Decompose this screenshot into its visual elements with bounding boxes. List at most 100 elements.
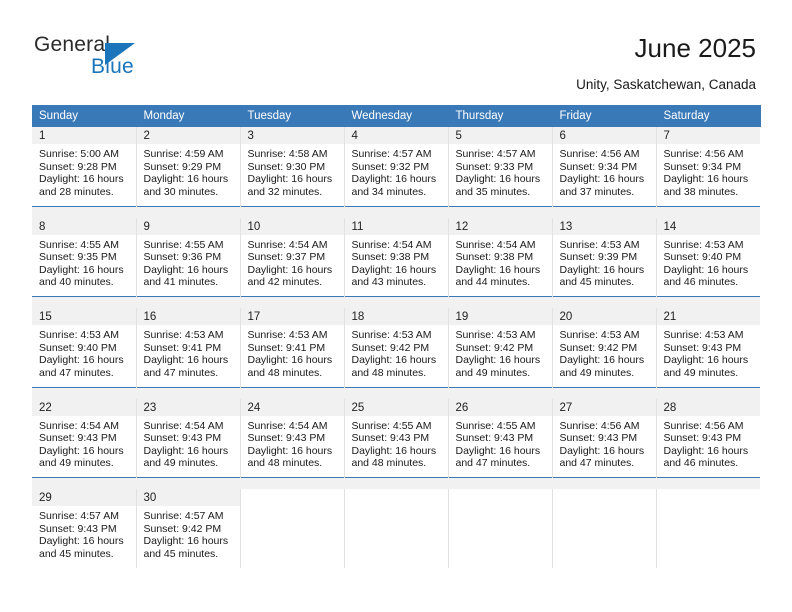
sunrise-time: Sunrise: 4:54 AM (455, 238, 536, 251)
calendar-day-cell[interactable]: 4 Sunrise: 4:57 AM Sunset: 9:32 PM Daylight… (344, 127, 449, 206)
daylight-duration-line2: and 45 minutes. (39, 547, 114, 560)
daylight-duration-line2: and 40 minutes. (39, 276, 114, 289)
calendar-day-cell[interactable]: 30 Sunrise: 4:57 AM Sunset: 9:42 PM Dayligh… (136, 489, 241, 568)
day-number: 18 (344, 308, 448, 325)
sunrise-time: Sunrise: 4:54 AM (351, 238, 432, 251)
sunset-time: Sunset: 9:34 PM (663, 160, 742, 173)
sunrise-time: Sunrise: 4:54 AM (247, 419, 328, 432)
day-details: Sunrise: 4:55 AM Sunset: 9:43 PM Daylight:… (449, 416, 552, 470)
sunrise-time: Sunrise: 4:57 AM (39, 510, 119, 522)
calendar-day-cell[interactable]: 24 Sunrise: 4:54 AM Sunset: 9:43 PM Dayligh… (240, 398, 345, 478)
day-number: 16 (136, 308, 240, 325)
day-details: Sunrise: 4:54 AM Sunset: 9:43 PM Daylight:… (32, 416, 136, 470)
calendar-day-cell[interactable]: 13 Sunrise: 4:53 AM Sunset: 9:39 PM Dayligh… (552, 217, 657, 297)
calendar-day-cell[interactable]: 7 Sunrise: 4:56 AM Sunset: 9:34 PM Daylight… (656, 127, 760, 206)
week-separator-cell (32, 205, 760, 218)
day-number: 26 (448, 398, 552, 416)
sunrise-time: Sunrise: 4:59 AM (143, 148, 224, 160)
calendar-day-cell[interactable]: 8 Sunrise: 4:55 AM Sunset: 9:35 PM Daylight… (32, 217, 137, 297)
sunrise-time: Sunrise: 4:56 AM (663, 419, 744, 432)
daylight-duration-line1: Daylight: 16 hours (247, 354, 333, 367)
daylight-duration-line2: and 47 minutes. (143, 366, 219, 379)
daylight-duration-line1: Daylight: 16 hours (455, 444, 541, 457)
day-number: 4 (344, 127, 448, 144)
sunset-time: Sunset: 9:35 PM (39, 251, 117, 264)
calendar-day-cell[interactable]: 1 Sunrise: 5:00 AM Sunset: 9:28 PM Daylight… (32, 127, 137, 206)
sunset-time: Sunset: 9:28 PM (39, 160, 117, 173)
daylight-duration-line1: Daylight: 16 hours (663, 354, 749, 367)
day-details: Sunrise: 4:55 AM Sunset: 9:43 PM Daylight:… (345, 416, 448, 470)
calendar-day-cell[interactable]: 25 Sunrise: 4:55 AM Sunset: 9:43 PM Dayligh… (344, 398, 449, 478)
page-header: General Blue June 2025 Unity, Saskatchew… (0, 0, 792, 100)
daylight-duration-line2: and 28 minutes. (39, 185, 114, 198)
calendar-day-cell[interactable]: 14 Sunrise: 4:53 AM Sunset: 9:40 PM Dayligh… (656, 217, 761, 297)
day-details: Sunrise: 4:57 AM Sunset: 9:42 PM Daylight:… (137, 506, 240, 560)
day-details: Sunrise: 4:53 AM Sunset: 9:40 PM Daylight:… (657, 235, 761, 289)
calendar-day-cell[interactable]: 2 Sunrise: 4:59 AM Sunset: 9:29 PM Daylight… (136, 127, 241, 206)
calendar-week-row: 8 Sunrise: 4:55 AM Sunset: 9:35 PM Daylight… (32, 217, 761, 297)
sunrise-time: Sunrise: 4:53 AM (247, 329, 328, 341)
weekday-header: Wednesday (344, 105, 449, 127)
day-number: 29 (32, 489, 136, 506)
page-subtitle-location: Unity, Saskatchewan, Canada (576, 77, 756, 92)
calendar-day-cell[interactable]: 22 Sunrise: 4:54 AM Sunset: 9:43 PM Dayligh… (32, 398, 137, 478)
daylight-duration-line1: Daylight: 16 hours (39, 173, 124, 186)
calendar-day-cell[interactable]: 15 Sunrise: 4:53 AM Sunset: 9:40 PM Dayligh… (32, 308, 137, 387)
day-details: Sunrise: 4:53 AM Sunset: 9:40 PM Daylight:… (32, 325, 136, 379)
sunrise-time: Sunrise: 4:57 AM (351, 148, 432, 160)
calendar-day-cell[interactable]: 29 Sunrise: 4:57 AM Sunset: 9:43 PM Dayligh… (32, 489, 137, 568)
calendar-day-cell[interactable]: 12 Sunrise: 4:54 AM Sunset: 9:38 PM Dayligh… (448, 217, 553, 297)
sunrise-time: Sunrise: 4:55 AM (351, 419, 432, 432)
calendar-day-cell[interactable]: 10 Sunrise: 4:54 AM Sunset: 9:37 PM Dayligh… (240, 217, 345, 297)
calendar-day-cell[interactable]: 17 Sunrise: 4:53 AM Sunset: 9:41 PM Dayligh… (240, 308, 345, 387)
day-details: Sunrise: 4:54 AM Sunset: 9:38 PM Daylight:… (449, 235, 552, 289)
day-details: Sunrise: 4:55 AM Sunset: 9:35 PM Daylight:… (32, 235, 136, 289)
daylight-duration-line1: Daylight: 16 hours (247, 173, 333, 186)
calendar-day-cell[interactable]: 11 Sunrise: 4:54 AM Sunset: 9:38 PM Dayligh… (344, 217, 449, 297)
calendar-day-cell[interactable]: 23 Sunrise: 4:54 AM Sunset: 9:43 PM Dayligh… (136, 398, 241, 478)
sunrise-time: Sunrise: 4:53 AM (663, 329, 744, 341)
day-number: 30 (136, 489, 240, 506)
week-separator-cell (32, 477, 760, 489)
daylight-duration-line2: and 46 minutes. (663, 276, 739, 289)
calendar-day-cell[interactable]: 27 Sunrise: 4:56 AM Sunset: 9:43 PM Dayligh… (552, 398, 657, 478)
sunset-time: Sunset: 9:41 PM (247, 341, 326, 354)
calendar-day-cell[interactable]: 28 Sunrise: 4:56 AM Sunset: 9:43 PM Dayligh… (656, 398, 760, 478)
day-number: 19 (448, 308, 552, 325)
daylight-duration-line1: Daylight: 16 hours (559, 263, 645, 276)
sunset-time: Sunset: 9:42 PM (559, 341, 638, 354)
calendar-day-cell[interactable]: 18 Sunrise: 4:53 AM Sunset: 9:42 PM Dayligh… (344, 308, 449, 387)
sunrise-time: Sunrise: 4:53 AM (663, 238, 744, 251)
daylight-duration-line2: and 34 minutes. (351, 185, 427, 198)
sunset-time: Sunset: 9:43 PM (351, 432, 430, 445)
calendar-day-cell[interactable]: 3 Sunrise: 4:58 AM Sunset: 9:30 PM Daylight… (240, 127, 345, 206)
calendar-day-cell[interactable]: 9 Sunrise: 4:55 AM Sunset: 9:36 PM Daylight… (136, 217, 241, 297)
calendar-day-cell-empty (552, 489, 657, 568)
sunrise-time: Sunrise: 4:53 AM (455, 329, 536, 341)
calendar-day-cell[interactable]: 16 Sunrise: 4:53 AM Sunset: 9:41 PM Dayligh… (136, 308, 241, 387)
calendar-day-cell[interactable]: 6 Sunrise: 4:56 AM Sunset: 9:34 PM Daylight… (552, 127, 657, 206)
daylight-duration-line2: and 30 minutes. (143, 185, 219, 198)
weekday-header: Sunday (32, 105, 137, 127)
calendar-day-cell[interactable]: 26 Sunrise: 4:55 AM Sunset: 9:43 PM Dayligh… (448, 398, 553, 478)
sunrise-time: Sunrise: 4:55 AM (143, 238, 224, 251)
calendar-day-cell[interactable]: 21 Sunrise: 4:53 AM Sunset: 9:43 PM Dayligh… (656, 308, 760, 387)
calendar-day-cell[interactable]: 5 Sunrise: 4:57 AM Sunset: 9:33 PM Daylight… (448, 127, 553, 206)
day-number: 7 (656, 127, 760, 144)
daylight-duration-line1: Daylight: 16 hours (559, 444, 645, 457)
daylight-duration-line2: and 42 minutes. (247, 276, 323, 289)
day-number: 14 (656, 217, 760, 235)
sunrise-time: Sunrise: 4:53 AM (39, 329, 119, 341)
sunset-time: Sunset: 9:33 PM (455, 160, 534, 173)
sunset-time: Sunset: 9:43 PM (143, 432, 222, 445)
daylight-duration-line2: and 41 minutes. (143, 276, 219, 289)
calendar-day-cell[interactable]: 19 Sunrise: 4:53 AM Sunset: 9:42 PM Dayligh… (448, 308, 553, 387)
general-blue-logo[interactable]: General Blue (34, 33, 214, 81)
sunrise-time: Sunrise: 4:54 AM (143, 419, 224, 432)
day-details: Sunrise: 4:56 AM Sunset: 9:34 PM Daylight:… (657, 144, 761, 198)
daylight-duration-line1: Daylight: 16 hours (143, 535, 229, 548)
day-details: Sunrise: 4:53 AM Sunset: 9:39 PM Daylight:… (553, 235, 656, 289)
daylight-duration-line1: Daylight: 16 hours (351, 173, 437, 186)
day-number: 23 (136, 398, 240, 416)
calendar-day-cell[interactable]: 20 Sunrise: 4:53 AM Sunset: 9:42 PM Dayligh… (552, 308, 657, 387)
